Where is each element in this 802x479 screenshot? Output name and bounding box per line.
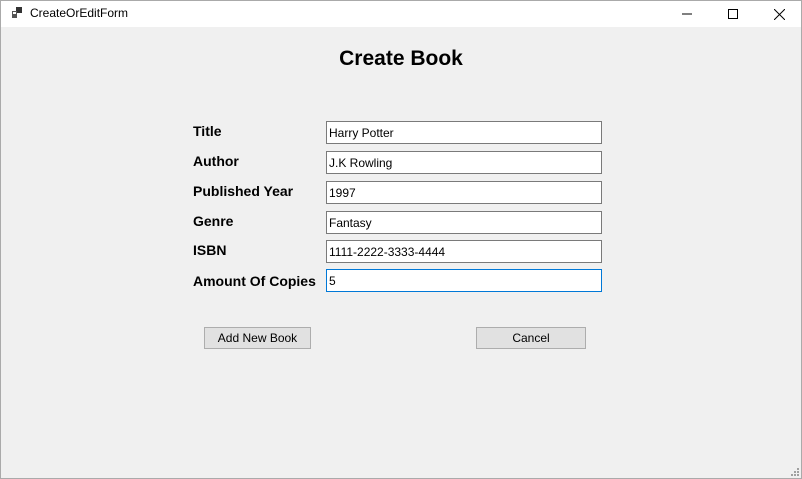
published-year-input[interactable] [326,181,602,204]
amount-of-copies-input[interactable] [326,269,602,292]
form-heading: Create Book [339,47,463,70]
cancel-button[interactable]: Cancel [476,327,586,349]
resize-grip-icon[interactable] [790,467,800,477]
title-input[interactable] [326,121,602,144]
published-year-label: Published Year [193,183,294,199]
minimize-button[interactable] [664,1,710,27]
minimize-icon [682,13,692,15]
add-new-book-button[interactable]: Add New Book [204,327,311,349]
window-title: CreateOrEditForm [30,6,129,20]
create-or-edit-form-window: CreateOrEditForm Create Book Title Autho… [0,0,802,479]
author-input[interactable] [326,151,602,174]
genre-label: Genre [193,213,234,229]
title-label: Title [193,123,222,139]
title-bar[interactable]: CreateOrEditForm [1,1,801,27]
close-icon [773,8,785,20]
isbn-input[interactable] [326,240,602,263]
genre-input[interactable] [326,211,602,234]
isbn-label: ISBN [193,242,227,258]
maximize-button[interactable] [710,1,756,27]
app-form-icon [12,7,22,18]
close-button[interactable] [756,1,801,27]
amount-of-copies-label: Amount Of Copies [193,273,316,289]
author-label: Author [193,153,239,169]
maximize-icon [728,9,738,19]
